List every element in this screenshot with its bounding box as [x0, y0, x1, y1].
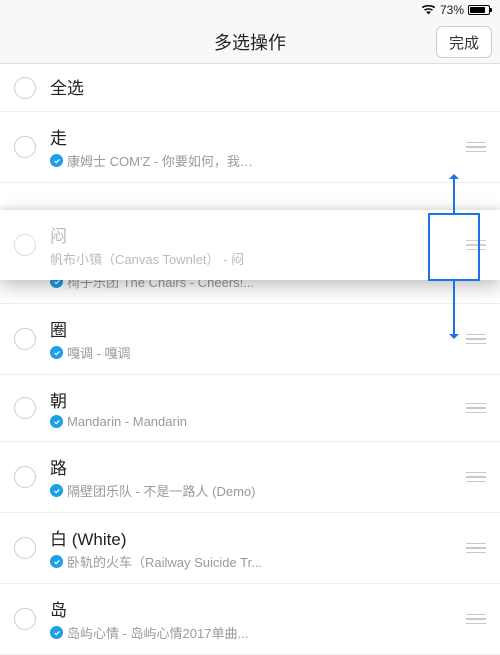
list-item[interactable]: 白 (White) 卧轨的火车（Railway Suicide Tr... — [0, 513, 500, 584]
drag-handle-icon[interactable] — [462, 472, 490, 483]
battery-icon — [468, 5, 490, 15]
select-all-row[interactable]: 全选 — [0, 64, 500, 112]
verified-icon — [50, 484, 63, 497]
drag-handle-icon[interactable] — [462, 543, 490, 554]
row-checkbox[interactable] — [14, 136, 36, 158]
row-checkbox[interactable] — [14, 608, 36, 630]
status-bar: 73% — [0, 0, 500, 20]
drag-handle-icon[interactable] — [462, 240, 490, 251]
drag-handle-icon[interactable] — [462, 614, 490, 625]
row-checkbox[interactable] — [14, 328, 36, 350]
song-title: 圈 — [50, 316, 462, 341]
nav-bar: 多选操作 完成 — [0, 20, 500, 64]
row-checkbox[interactable] — [14, 537, 36, 559]
drag-handle-icon[interactable] — [462, 403, 490, 414]
song-title: 岛 — [50, 596, 462, 621]
verified-icon — [50, 415, 63, 428]
song-subtitle: Mandarin - Mandarin — [67, 414, 187, 429]
verified-icon — [50, 555, 63, 568]
wifi-icon — [421, 4, 436, 16]
list-item[interactable]: 路 隔壁团乐队 - 不是一路人 (Demo) — [0, 442, 500, 513]
done-button[interactable]: 完成 — [436, 26, 492, 58]
song-list: 全选 走 康姆士 COM'Z - 你要如何，我… 岛 椅子乐团 The Chai… — [0, 64, 500, 655]
list-item[interactable]: 岛 岛屿心情 - 岛屿心情2017单曲... — [0, 584, 500, 655]
song-title: 白 (White) — [50, 525, 462, 550]
row-checkbox[interactable] — [14, 234, 36, 256]
list-item[interactable]: 走 康姆士 COM'Z - 你要如何，我… — [0, 112, 500, 183]
song-subtitle: 隔壁团乐队 - 不是一路人 (Demo) — [67, 481, 256, 500]
select-all-label: 全选 — [50, 74, 486, 99]
song-subtitle: 帆布小镇（Canvas Townlet） - 闷 — [50, 249, 244, 268]
select-all-checkbox[interactable] — [14, 77, 36, 99]
row-checkbox[interactable] — [14, 466, 36, 488]
song-subtitle: 岛屿心情 - 岛屿心情2017单曲... — [67, 623, 248, 642]
page-title: 多选操作 — [214, 29, 286, 55]
list-item[interactable]: 圈 嘎调 - 嘎调 — [0, 304, 500, 375]
list-item[interactable]: 朝 Mandarin - Mandarin — [0, 375, 500, 442]
song-title: 走 — [50, 124, 462, 149]
song-subtitle: 卧轨的火车（Railway Suicide Tr... — [67, 552, 262, 571]
verified-icon — [50, 154, 63, 167]
song-title: 路 — [50, 454, 462, 479]
dragged-row[interactable]: 闷 帆布小镇（Canvas Townlet） - 闷 — [0, 210, 500, 280]
song-title: 朝 — [50, 387, 462, 412]
row-checkbox[interactable] — [14, 397, 36, 419]
verified-icon — [50, 626, 63, 639]
drag-handle-icon[interactable] — [462, 334, 490, 345]
song-title: 闷 — [50, 222, 462, 247]
drag-handle-icon[interactable] — [462, 142, 490, 153]
song-subtitle: 康姆士 COM'Z - 你要如何，我… — [67, 151, 253, 170]
battery-percent: 73% — [440, 3, 464, 17]
song-subtitle: 嘎调 - 嘎调 — [67, 343, 131, 362]
verified-icon — [50, 346, 63, 359]
